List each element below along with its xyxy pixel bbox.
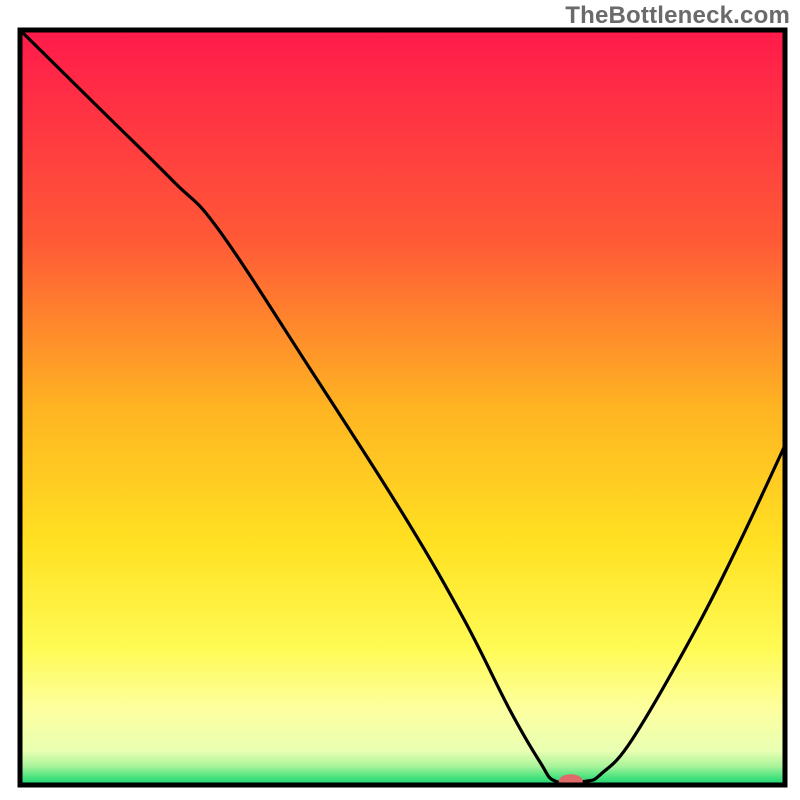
bottleneck-chart: [0, 0, 800, 800]
watermark-text: TheBottleneck.com: [565, 2, 790, 30]
chart-container: TheBottleneck.com: [0, 0, 800, 800]
